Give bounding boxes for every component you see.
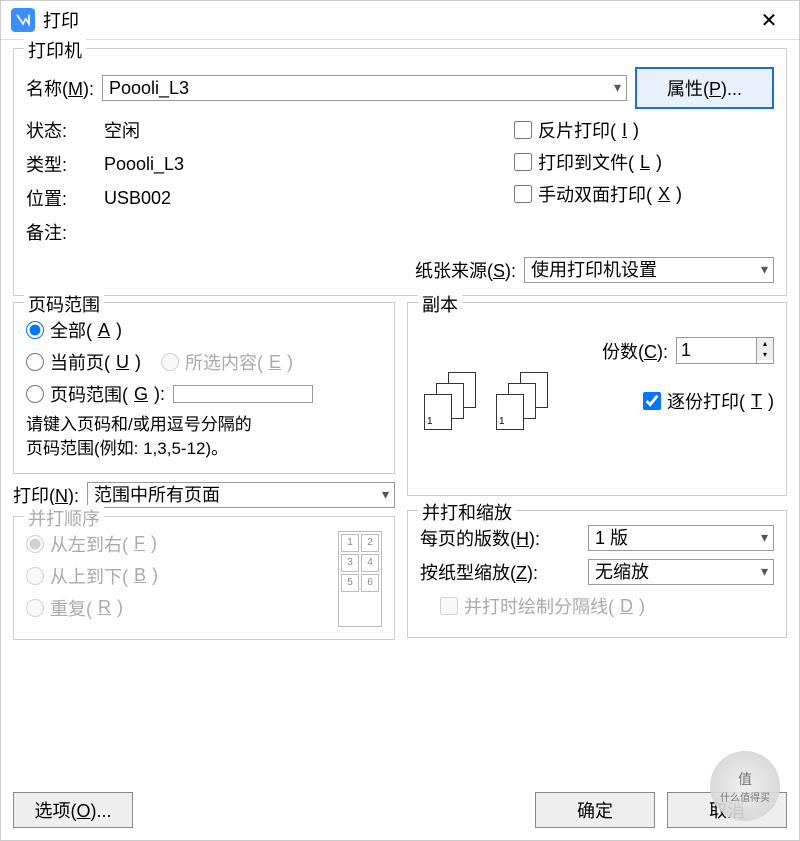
divider-checkbox: 并打时绘制分隔线(D) [440,593,774,619]
type-value: Poooli_L3 [104,154,184,175]
range-pages-radio[interactable]: 页码范围(G): [26,381,165,407]
properties-button[interactable]: 属性(P)... [635,67,774,109]
range-selection-radio: 所选内容(E) [161,349,293,375]
collate-icon-2: 321 [492,372,552,436]
scaling-legend: 并打和缩放 [418,499,516,525]
order-preview-icon: 123456 [338,531,382,627]
print-dialog: 打印 ✕ 打印机 名称(M): Poooli_L3 属性(P)... 状态: 空闲… [0,0,800,841]
range-legend: 页码范围 [24,291,104,317]
range-all-radio[interactable]: 全部(A) [26,317,382,343]
range-current-radio[interactable]: 当前页(U) [26,349,141,375]
status-value: 空闲 [104,117,140,143]
titlebar: 打印 ✕ [1,1,799,40]
copies-legend: 副本 [418,291,462,317]
paper-source-select[interactable]: 使用打印机设置 [524,257,774,283]
button-bar: 选项(O)... 确定 取消 [1,786,799,840]
copies-group: 副本 份数(C): ▴▾ 321 321 [407,302,787,496]
per-sheet-select[interactable]: 1 版 [588,525,774,551]
pages-input[interactable] [173,385,313,403]
printer-group: 打印机 名称(M): Poooli_L3 属性(P)... 状态:空闲 类型:P… [13,48,787,296]
print-order-legend: 并打顺序 [24,505,104,531]
where-label: 位置: [26,185,96,211]
range-group: 页码范围 全部(A) 当前页(U) 所选内容(E) 页码范围(G): 请键入页码… [13,302,395,474]
scale-label: 按纸型缩放(Z): [420,559,580,585]
comment-label: 备注: [26,219,96,245]
paper-source-label: 纸张来源(S): [415,257,516,283]
print-order-group: 并打顺序 从左到右(F) 从上到下(B) 重复(R) 123456 [13,516,395,640]
ok-button[interactable]: 确定 [535,792,655,828]
scale-select[interactable]: 无缩放 [588,559,774,585]
where-value: USB002 [104,188,171,209]
close-button[interactable]: ✕ [749,8,789,33]
copies-spinner[interactable]: ▴▾ [676,337,774,364]
app-icon [11,8,35,32]
copies-input[interactable] [676,337,756,364]
order-tb-radio: 从上到下(B) [26,563,328,589]
range-hint2: 页码范围(例如: 1,3,5-12)。 [26,437,382,461]
print-what-select[interactable]: 范围中所有页面 [87,482,395,508]
type-label: 类型: [26,151,96,177]
manual-duplex-checkbox[interactable]: 手动双面打印(X) [514,181,774,207]
collate-checkbox[interactable]: 逐份打印(T) [643,388,774,414]
order-lr-radio: 从左到右(F) [26,531,328,557]
range-hint1: 请键入页码和/或用逗号分隔的 [26,413,382,437]
collate-icon: 321 [420,372,480,436]
options-button[interactable]: 选项(O)... [13,792,133,828]
copies-label: 份数(C): [602,338,668,364]
printer-legend: 打印机 [24,37,86,63]
printer-select[interactable]: Poooli_L3 [102,75,627,101]
status-label: 状态: [26,117,96,143]
per-sheet-label: 每页的版数(H): [420,525,580,551]
cancel-button[interactable]: 取消 [667,792,787,828]
print-to-file-checkbox[interactable]: 打印到文件(L) [514,149,774,175]
order-repeat-radio: 重复(R) [26,595,328,621]
scaling-group: 并打和缩放 每页的版数(H): 1 版 按纸型缩放(Z): 无缩放 并打时绘制分… [407,510,787,638]
invert-checkbox[interactable]: 反片打印(I) [514,117,774,143]
window-title: 打印 [43,7,749,33]
name-label: 名称(M): [26,75,94,101]
spin-up-icon[interactable]: ▴ [757,338,773,349]
spin-down-icon[interactable]: ▾ [757,349,773,360]
